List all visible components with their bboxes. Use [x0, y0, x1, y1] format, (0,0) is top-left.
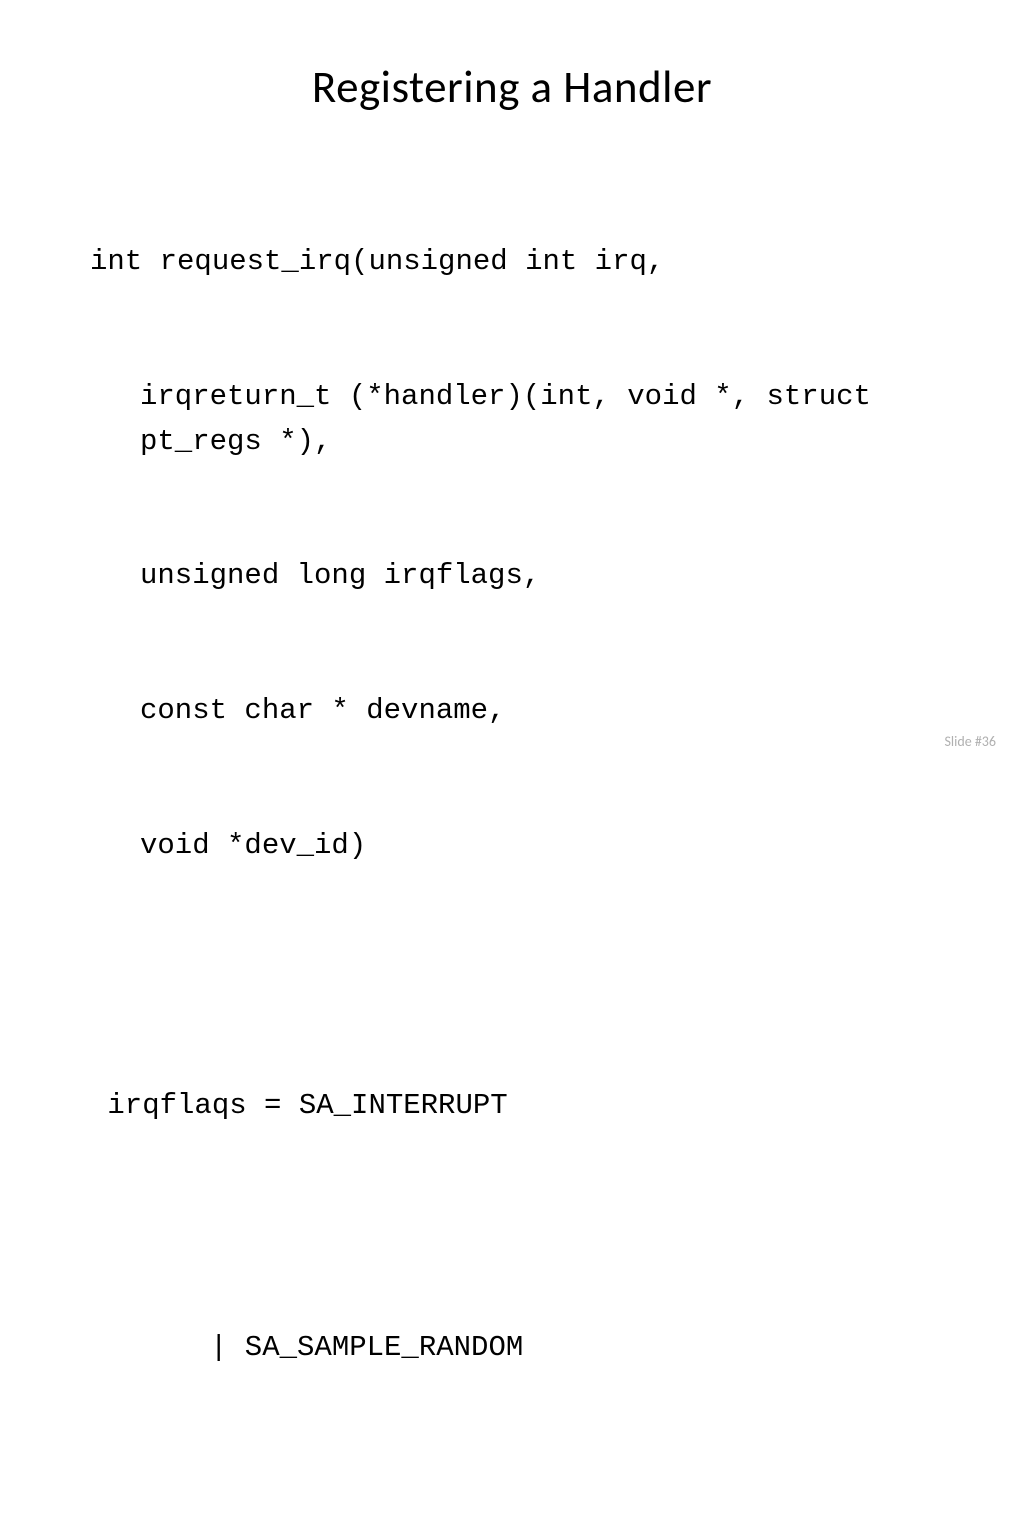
code-block: int request_irq(unsigned int irq, irqret… — [90, 150, 934, 1536]
slide-number: Slide #36 — [944, 733, 996, 750]
spacer — [90, 959, 934, 994]
code-line-1: int request_irq(unsigned int irq, — [90, 240, 934, 285]
code-line-4: const char * devname, — [90, 689, 934, 734]
spacer — [90, 1219, 934, 1237]
slide-title: Registering a Handler — [90, 60, 934, 115]
code-line-7: | SA_SAMPLE_RANDOM — [90, 1326, 934, 1371]
code-line-2: irqreturn_t (*handler)(int, void *, stru… — [90, 375, 934, 465]
code-line-5: void *dev_id) — [90, 824, 934, 869]
slide-container: Registering a Handler int request_irq(un… — [0, 0, 1024, 768]
code-line-3: unsigned long irqflags, — [90, 554, 934, 599]
spacer — [90, 1461, 934, 1479]
code-line-6: irqflaqs = SA_INTERRUPT — [90, 1084, 934, 1129]
